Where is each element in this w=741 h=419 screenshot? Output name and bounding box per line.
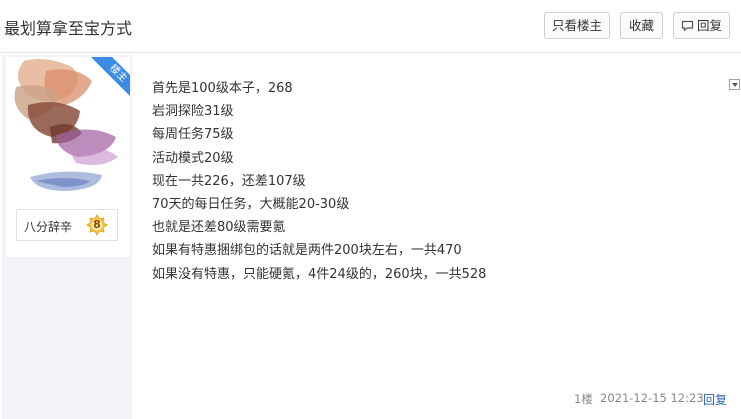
post-line: 岩洞探险31级 (152, 104, 234, 120)
post-line: 如果有特惠捆绑包的话就是两件200块左右，一共470 (152, 243, 462, 259)
post-line: 每周任务75级 (152, 127, 234, 143)
level-number: 8 (93, 218, 101, 231)
username[interactable]: 八分辞辛 (24, 218, 72, 235)
post-line: 首先是100级本子，268 (152, 81, 293, 96)
op-badge: 楼主 (85, 57, 130, 102)
post-line: 70天的每日任务，大概能20-30级 (152, 196, 350, 212)
reply-button-label: 回复 (696, 18, 722, 33)
author-sidebar: 楼主 八分辞辛 8 (2, 55, 132, 419)
post-timestamp: 2021-12-15 12:23 (600, 391, 704, 405)
reply-icon (681, 15, 694, 40)
post-line: 如果没有特惠，只能硬氪，4件24级的，260块，一共528 (152, 266, 487, 282)
post-reply-link[interactable]: 回复 (703, 391, 727, 408)
user-card: 八分辞辛 8 (16, 209, 118, 241)
post-menu-toggle[interactable] (729, 79, 740, 90)
post-line: 现在一共226，还差107级 (152, 173, 306, 189)
favorite-button[interactable]: 收藏 (620, 12, 663, 39)
thread-title: 最划算拿至宝方式 (4, 19, 133, 38)
post-line: 也就是还差80级需要氪 (152, 220, 286, 236)
chevron-down-icon (732, 83, 738, 87)
post-content: 首先是100级本子，268 岩洞探险31级 每周任务75级 活动模式20级 现在… (152, 77, 712, 286)
reply-button[interactable]: 回复 (673, 12, 730, 39)
op-badge-label: 楼主 (87, 57, 130, 102)
level-badge-icon[interactable]: 8 (86, 214, 108, 236)
floor-number: 1楼 (574, 392, 593, 406)
only-op-button[interactable]: 只看楼主 (544, 12, 610, 39)
post-line: 活动模式20级 (152, 150, 234, 166)
thread-header: 最划算拿至宝方式 只看楼主 收藏 回复 (0, 0, 741, 53)
